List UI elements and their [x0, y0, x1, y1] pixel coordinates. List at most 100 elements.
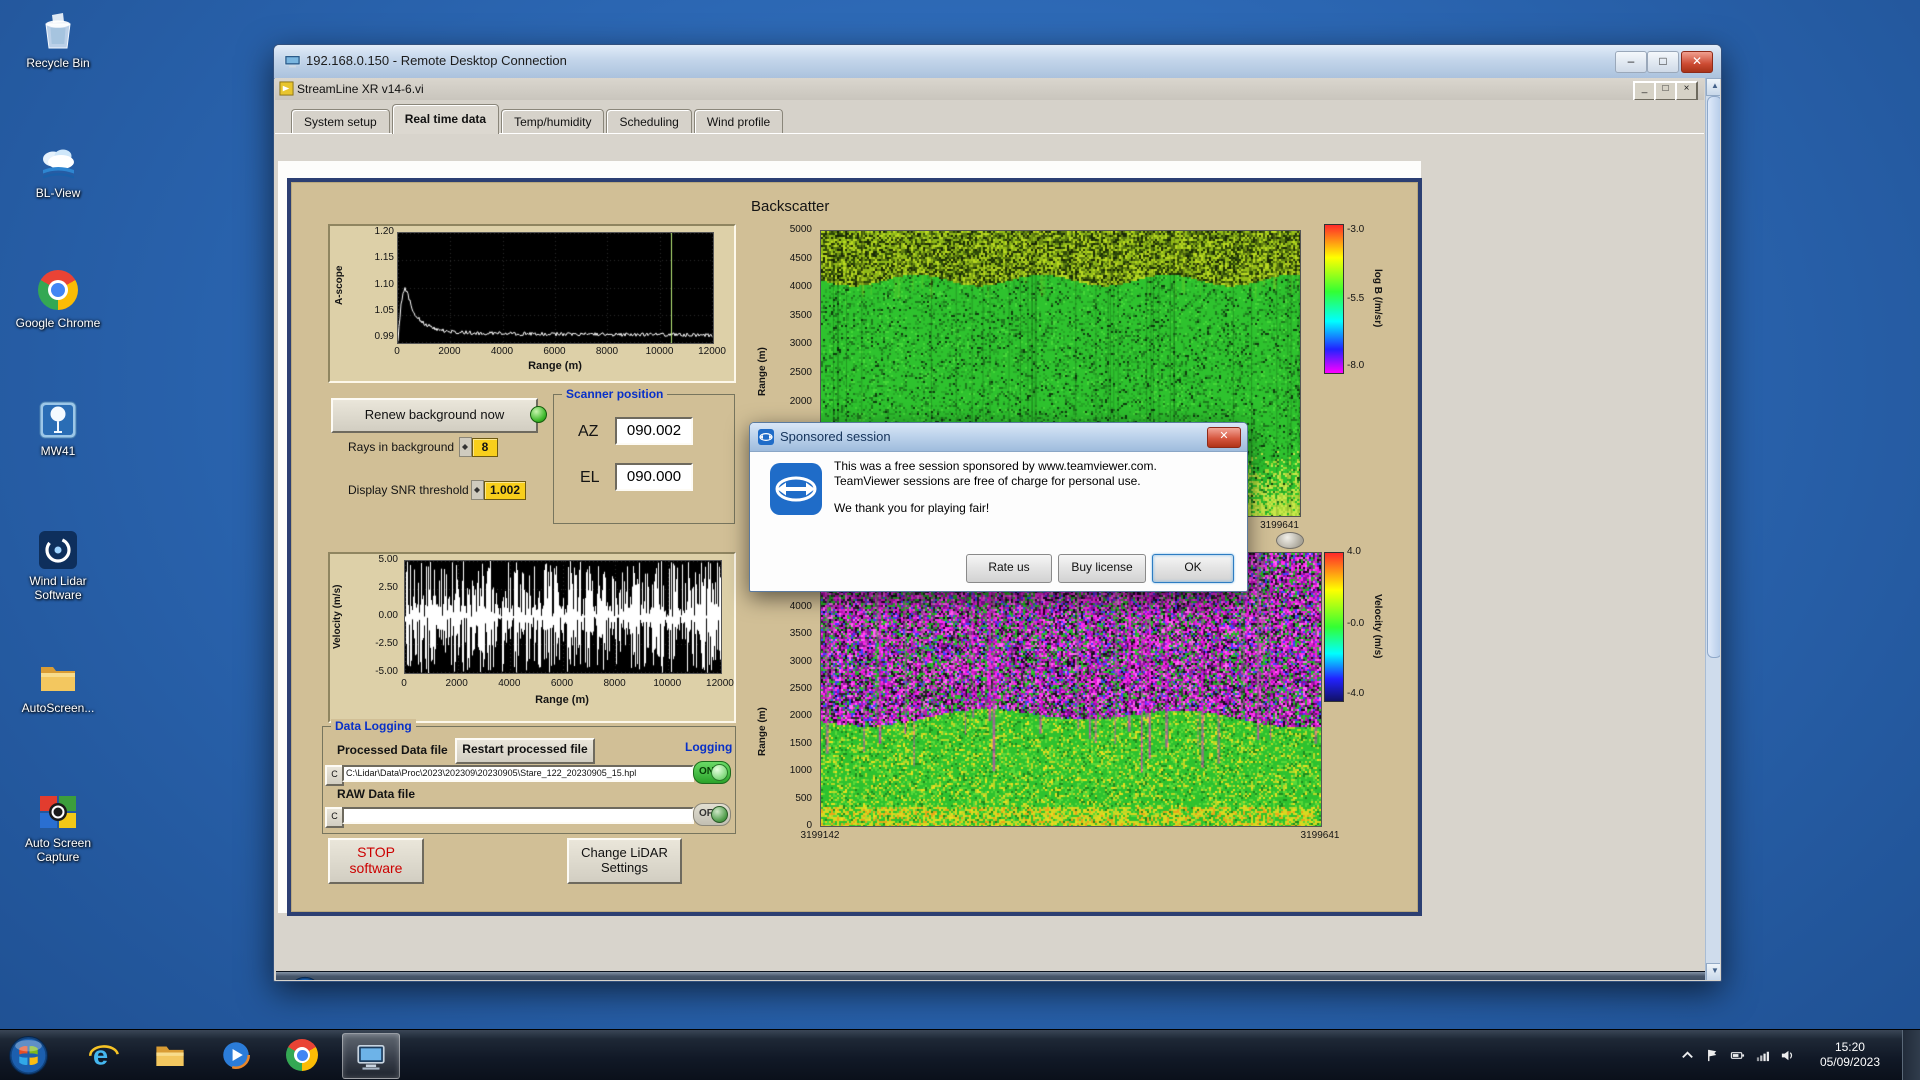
media-player-icon[interactable]: [210, 1033, 262, 1077]
app-restore-button[interactable]: □: [1654, 81, 1677, 101]
explorer-folder-icon[interactable]: [144, 1033, 196, 1077]
internet-explorer-icon[interactable]: e: [78, 1033, 130, 1077]
tick-label: 1.15: [375, 252, 394, 263]
host-tray: [1675, 1030, 1800, 1080]
xp-app-icon[interactable]: XP: [590, 975, 636, 980]
change-lidar-settings-button[interactable]: Change LiDAR Settings: [567, 838, 682, 884]
display-knob[interactable]: [1276, 532, 1304, 549]
network-icon[interactable]: [1755, 1048, 1770, 1063]
host-clock[interactable]: 15:20 05/09/2023: [1820, 1040, 1880, 1070]
velocity-y-axis-label: Velocity (m/s): [332, 572, 343, 662]
labview-app-icon[interactable]: [464, 975, 510, 980]
desktop-icon-autoscreen-folder[interactable]: AutoScreen...: [12, 655, 104, 715]
scanner-position-title: Scanner position: [562, 387, 667, 401]
scroll-down-arrow[interactable]: ▼: [1706, 963, 1720, 980]
tab-scheduling[interactable]: Scheduling: [606, 109, 691, 134]
background-led-indicator: [530, 406, 547, 423]
rdp-maximize-button[interactable]: □: [1647, 51, 1679, 73]
host-taskbar-icons: e: [78, 1033, 400, 1079]
notes-app-icon[interactable]: [338, 975, 384, 980]
stop-app-icon[interactable]: [527, 975, 573, 980]
google-chrome-icon: [35, 270, 81, 314]
backscatter-colorbar-tick-max: -3.0: [1347, 224, 1364, 235]
snr-spinner[interactable]: [471, 480, 484, 500]
dialog-button-rate-us[interactable]: Rate us: [966, 554, 1052, 583]
dialog-titlebar[interactable]: Sponsored session ✕: [750, 423, 1247, 452]
tab-temp-humidity[interactable]: Temp/humidity: [501, 109, 604, 134]
tick-label: 8000: [595, 678, 635, 689]
raw-logging-toggle[interactable]: OFF: [693, 803, 731, 826]
a-scope-y-axis-label: A-scope: [334, 240, 345, 330]
scan-sched-app-icon[interactable]: Scansched: [716, 975, 762, 980]
app-close-button[interactable]: ×: [1675, 81, 1698, 101]
desktop-icon-mw41[interactable]: MW41: [12, 398, 104, 458]
tick-label: 12000: [692, 346, 732, 357]
app-minimize-button[interactable]: _: [1633, 81, 1656, 101]
rdp-minimize-button[interactable]: –: [1615, 51, 1647, 73]
battery-icon[interactable]: [1730, 1048, 1745, 1063]
tick-label: 0: [384, 678, 424, 689]
snr-value[interactable]: 1.002: [484, 481, 526, 500]
processed-path-field[interactable]: C:\Lidar\Data\Proc\2023\202309\20230905\…: [342, 765, 694, 782]
velocity-plot: [404, 560, 722, 674]
action-center-flag-icon[interactable]: [1705, 1048, 1720, 1063]
desktop-icon-wind-lidar-software[interactable]: Wind Lidar Software: [12, 528, 104, 602]
rays-value[interactable]: 8: [472, 438, 498, 457]
restart-processed-file-button[interactable]: Restart processed file: [455, 738, 595, 764]
data-logging-title: Data Logging: [331, 719, 416, 733]
backscatter-colorbar-label: log B (/m/sr): [1372, 228, 1383, 368]
stop-software-button[interactable]: STOP software: [328, 838, 424, 884]
tick-label: 4000: [482, 346, 522, 357]
start-button[interactable]: [8, 1035, 49, 1076]
raw-path-field[interactable]: [342, 807, 694, 824]
tick-label: 5000: [790, 224, 812, 235]
scroll-up-arrow[interactable]: ▲: [1706, 78, 1720, 96]
desktop-icon-google-chrome[interactable]: Google Chrome: [12, 268, 104, 330]
console-app-icon[interactable]: [653, 975, 699, 980]
monitor-app-icon[interactable]: [401, 975, 447, 980]
scroll-thumb[interactable]: [1707, 96, 1720, 658]
chrome-icon[interactable]: [276, 1033, 328, 1077]
stop-line1: STOP: [330, 844, 422, 860]
host-date: 05/09/2023: [1820, 1055, 1880, 1070]
velocity-colorbar-tick-max: 4.0: [1347, 546, 1361, 557]
desktop-icon-auto-screen-capture[interactable]: Auto Screen Capture: [12, 790, 104, 864]
data-logging-group: Data Logging Processed Data file Restart…: [322, 726, 736, 834]
tab-wind-profile[interactable]: Wind profile: [694, 109, 783, 134]
rdp-app-icon[interactable]: [342, 1033, 400, 1079]
tabs: System setup Real time data Temp/humidity S…: [291, 104, 785, 134]
tick-label: 2.50: [379, 582, 398, 593]
volume-icon[interactable]: [1780, 1048, 1795, 1063]
remote-start-button[interactable]: [288, 976, 322, 980]
remote-vertical-scrollbar[interactable]: ▲ ▼: [1705, 78, 1720, 980]
tab-real-time-data[interactable]: Real time data: [392, 104, 499, 134]
dialog-close-button[interactable]: ✕: [1207, 427, 1241, 448]
a-scope-x-ticks: 0 2000 4000 6000 8000 10000 12000: [377, 346, 732, 357]
az-value[interactable]: 090.002: [615, 417, 693, 445]
rays-spinner[interactable]: [459, 437, 472, 457]
show-desktop-button[interactable]: [1902, 1030, 1920, 1080]
tray-up-icon[interactable]: [1680, 1048, 1695, 1063]
folder-app-icon[interactable]: [779, 975, 825, 980]
el-value[interactable]: 090.000: [615, 463, 693, 491]
processed-logging-toggle[interactable]: ON: [693, 761, 731, 784]
remote-clock[interactable]: 15:20 05/09/2023: [1620, 978, 1675, 980]
desktop-icon-bl-view[interactable]: BL-View: [12, 140, 104, 200]
rdp-close-button[interactable]: ✕: [1681, 51, 1713, 73]
rdp-window-icon: [284, 53, 301, 70]
tick-label: 1500: [790, 738, 812, 749]
rdp-titlebar[interactable]: 192.168.0.150 - Remote Desktop Connectio…: [274, 45, 1721, 79]
tab-system-setup[interactable]: System setup: [291, 109, 390, 134]
velocity-heatmap: [820, 552, 1322, 827]
velocity-graph-box: Velocity (m/s) 5.00 2.50 0.00 -2.50 -5.00 02…: [328, 552, 736, 723]
renew-background-button[interactable]: Renew background now: [331, 398, 538, 433]
el-label: EL: [580, 469, 600, 487]
app-titlebar[interactable]: StreamLine XR v14-6.vi _ □ ×: [275, 78, 1704, 101]
desktop-icon-recycle-bin[interactable]: Recycle Bin: [12, 10, 104, 70]
dialog-button-buy-license[interactable]: Buy license: [1058, 554, 1146, 583]
desktop-icon-label: Auto Screen Capture: [12, 836, 104, 864]
tick-label: 500: [795, 793, 812, 804]
tick-label: 10000: [647, 678, 687, 689]
dialog-button-ok[interactable]: OK: [1152, 554, 1234, 583]
tick-label: 4500: [790, 253, 812, 264]
